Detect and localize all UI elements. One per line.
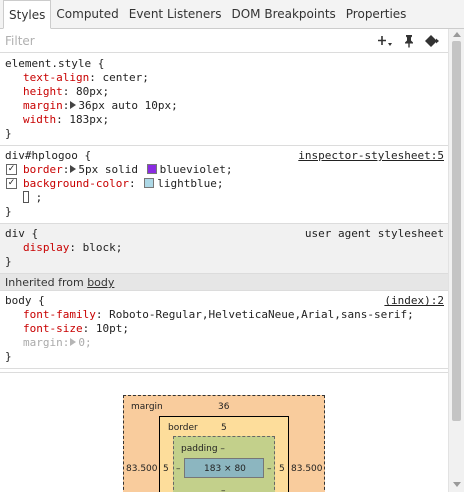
margin-label: margin — [131, 402, 163, 412]
scroll-down-arrow-icon[interactable] — [453, 482, 461, 487]
declaration[interactable]: margin: 36px auto 10px; — [5, 99, 443, 113]
margin-left-value[interactable]: 83.500 — [126, 464, 158, 474]
property-name[interactable]: width — [23, 113, 56, 126]
add-rule-icon[interactable] — [378, 34, 394, 48]
declaration: display: block; — [23, 241, 123, 254]
tab-event-listeners[interactable]: Event Listeners — [124, 0, 227, 28]
box-model-diagram: margin 36 83.500 83.500 border 5 5 5 pad… — [0, 372, 448, 492]
declaration-checkbox[interactable]: ✓ — [6, 164, 17, 175]
rule-body: body { (index):2 font-family: Roboto-Reg… — [0, 291, 448, 369]
inherited-label: Inherited from — [5, 276, 84, 289]
toolbar-icons — [378, 34, 448, 48]
property-value[interactable]: 36px auto 10px; — [78, 99, 177, 112]
property-value[interactable]: 0; — [78, 336, 91, 349]
property-value[interactable]: 5px solid — [78, 163, 138, 176]
expand-triangle-icon[interactable] — [70, 338, 77, 346]
border-left-value[interactable]: 5 — [163, 464, 169, 474]
declaration[interactable]: ✓ background-color: lightblue; — [5, 177, 443, 191]
border-right-value[interactable]: 5 — [279, 464, 285, 474]
declaration[interactable]: width: 183px; — [5, 113, 443, 127]
color-swatch[interactable] — [144, 178, 155, 188]
stylesheet-source-link[interactable]: (index):2 — [384, 294, 444, 308]
rule-element-style: element.style { text-align: center; heig… — [0, 54, 448, 146]
property-name: display — [23, 241, 70, 254]
tab-dom-breakpoints[interactable]: DOM Breakpoints — [226, 0, 340, 28]
rule-selector[interactable]: body { — [5, 294, 443, 308]
declaration[interactable]: font-size: 10pt; — [5, 322, 443, 336]
styles-pane: element.style { text-align: center; heig… — [0, 54, 448, 369]
editing-text[interactable]: ; — [36, 191, 43, 204]
margin-top-value[interactable]: 36 — [218, 402, 229, 412]
styles-toolbar — [0, 29, 448, 53]
property-value[interactable]: center; — [102, 71, 148, 84]
declaration-overridden[interactable]: margin: 0; — [5, 336, 443, 350]
color-swatch[interactable] — [146, 164, 157, 174]
padding-bottom-value[interactable]: – — [221, 486, 226, 492]
rule-selector[interactable]: element.style { — [5, 57, 443, 71]
scroll-up-arrow-icon[interactable] — [453, 32, 461, 37]
sidebar-tab-strip: Styles Computed Event Listeners DOM Brea… — [0, 0, 464, 29]
color-name[interactable]: blueviolet; — [160, 163, 233, 176]
padding-left-value[interactable]: – — [176, 464, 181, 474]
rule-close-brace: } — [5, 127, 12, 140]
toggle-element-state-icon[interactable] — [424, 34, 442, 48]
scroll-thumb[interactable] — [452, 41, 461, 421]
border-top-value[interactable]: 5 — [221, 423, 227, 433]
property-name[interactable]: font-family — [23, 308, 96, 321]
vertical-scrollbar[interactable] — [448, 29, 464, 492]
pin-icon[interactable] — [403, 34, 415, 48]
new-declaration-editor[interactable]: ; — [5, 191, 443, 205]
stylesheet-source-label: user agent stylesheet — [304, 227, 444, 240]
property-value[interactable]: 183px; — [69, 113, 109, 126]
property-value: block; — [82, 241, 123, 254]
inherited-element-link[interactable]: body — [87, 276, 114, 289]
declaration-checkbox[interactable]: ✓ — [6, 178, 17, 189]
color-name[interactable]: lightblue; — [157, 177, 223, 190]
inherited-from-header: Inherited from body — [0, 274, 448, 291]
property-name[interactable]: height — [23, 85, 63, 98]
padding-label: padding – — [181, 444, 225, 454]
declaration[interactable]: font-family: Roboto-Regular,HelveticaNeu… — [5, 308, 443, 322]
margin-right-value[interactable]: 83.500 — [291, 464, 323, 474]
border-label: border — [168, 423, 198, 433]
tab-properties[interactable]: Properties — [341, 0, 412, 28]
property-name[interactable]: margin — [23, 99, 63, 112]
padding-right-value[interactable]: – — [267, 464, 272, 474]
property-name[interactable]: text-align — [23, 71, 89, 84]
rule-close-brace: } — [5, 255, 12, 268]
expand-triangle-icon[interactable] — [70, 101, 77, 109]
tab-computed[interactable]: Computed — [51, 0, 123, 28]
rule-hplogoo: div#hplogoo { inspector-stylesheet:5 ✓ b… — [0, 146, 448, 224]
declaration[interactable]: ✓ border: 5px solid blueviolet; — [5, 163, 443, 177]
filter-input[interactable] — [0, 33, 378, 48]
declaration[interactable]: text-align: center; — [5, 71, 443, 85]
property-value[interactable]: 80px; — [76, 85, 109, 98]
tab-styles[interactable]: Styles — [3, 0, 52, 29]
text-cursor[interactable] — [23, 191, 29, 203]
declaration[interactable]: height: 80px; — [5, 85, 443, 99]
content-size-value[interactable]: 183 × 80 — [204, 464, 246, 474]
rule-close-brace: } — [5, 205, 12, 218]
property-value[interactable]: Roboto-Regular,HelveticaNeue,Arial,sans-… — [109, 308, 414, 321]
expand-triangle-icon[interactable] — [70, 165, 77, 173]
property-value[interactable]: 10pt; — [96, 322, 129, 335]
property-name[interactable]: border — [23, 163, 63, 176]
rule-close-brace: } — [5, 350, 12, 363]
stylesheet-source-link[interactable]: inspector-stylesheet:5 — [298, 149, 444, 163]
property-name[interactable]: font-size — [23, 322, 83, 335]
property-name[interactable]: margin — [23, 336, 63, 349]
property-name[interactable]: background-color — [23, 177, 129, 190]
rule-div-user-agent: div { user agent stylesheet display: blo… — [0, 224, 448, 274]
